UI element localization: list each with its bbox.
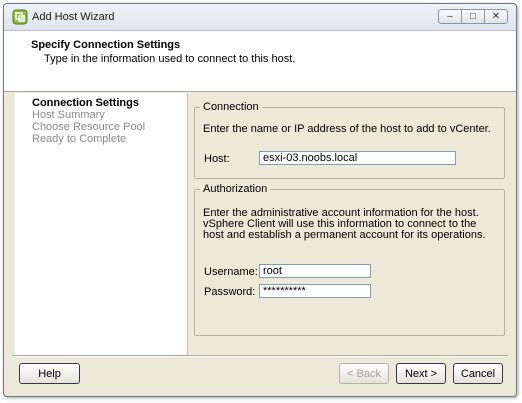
- connection-group-label: Connection: [200, 101, 262, 113]
- window-title: Add Host Wizard: [32, 11, 115, 23]
- authorization-group: Authorization Enter the administrative a…: [194, 183, 505, 336]
- minimize-button[interactable]: –: [438, 9, 462, 24]
- step-choose-resource-pool: Choose Resource Pool: [32, 121, 146, 133]
- footer-divider: [12, 355, 508, 357]
- vsphere-app-icon: [12, 9, 28, 25]
- page-title: Specify Connection Settings: [31, 39, 181, 51]
- back-button[interactable]: < Back: [339, 363, 389, 384]
- wizard-header: Specify Connection Settings Type in the …: [4, 31, 516, 92]
- next-button[interactable]: Next >: [396, 363, 446, 384]
- connection-description: Enter the name or IP address of the host…: [203, 123, 491, 135]
- authorization-description: Enter the administrative account informa…: [203, 207, 486, 241]
- password-input[interactable]: [259, 284, 371, 298]
- step-connection-settings[interactable]: Connection Settings: [32, 97, 139, 109]
- window-controls: – □ ✕: [438, 9, 508, 24]
- step-ready-to-complete: Ready to Complete: [32, 133, 127, 145]
- wizard-steps-panel: Connection Settings Host Summary Choose …: [15, 93, 188, 355]
- add-host-wizard-window: Add Host Wizard – □ ✕ Specify Connection…: [3, 3, 517, 397]
- password-label: Password:: [204, 286, 256, 298]
- wizard-content: Connection Enter the name or IP address …: [188, 93, 515, 355]
- host-label: Host:: [204, 153, 230, 165]
- step-host-summary: Host Summary: [32, 109, 105, 121]
- username-input[interactable]: [259, 264, 371, 278]
- connection-group: Connection Enter the name or IP address …: [194, 101, 505, 179]
- close-icon: ✕: [491, 10, 501, 22]
- title-bar[interactable]: Add Host Wizard – □ ✕: [4, 4, 516, 31]
- minimize-icon: –: [447, 10, 453, 22]
- username-label: Username:: [204, 266, 258, 278]
- close-button[interactable]: ✕: [484, 9, 508, 24]
- restore-button[interactable]: □: [461, 9, 485, 24]
- host-input[interactable]: [259, 151, 456, 165]
- restore-icon: □: [469, 10, 477, 22]
- authorization-group-label: Authorization: [200, 183, 271, 195]
- help-button[interactable]: Help: [19, 363, 80, 384]
- page-subtitle: Type in the information used to connect …: [44, 53, 296, 65]
- cancel-button[interactable]: Cancel: [453, 363, 503, 384]
